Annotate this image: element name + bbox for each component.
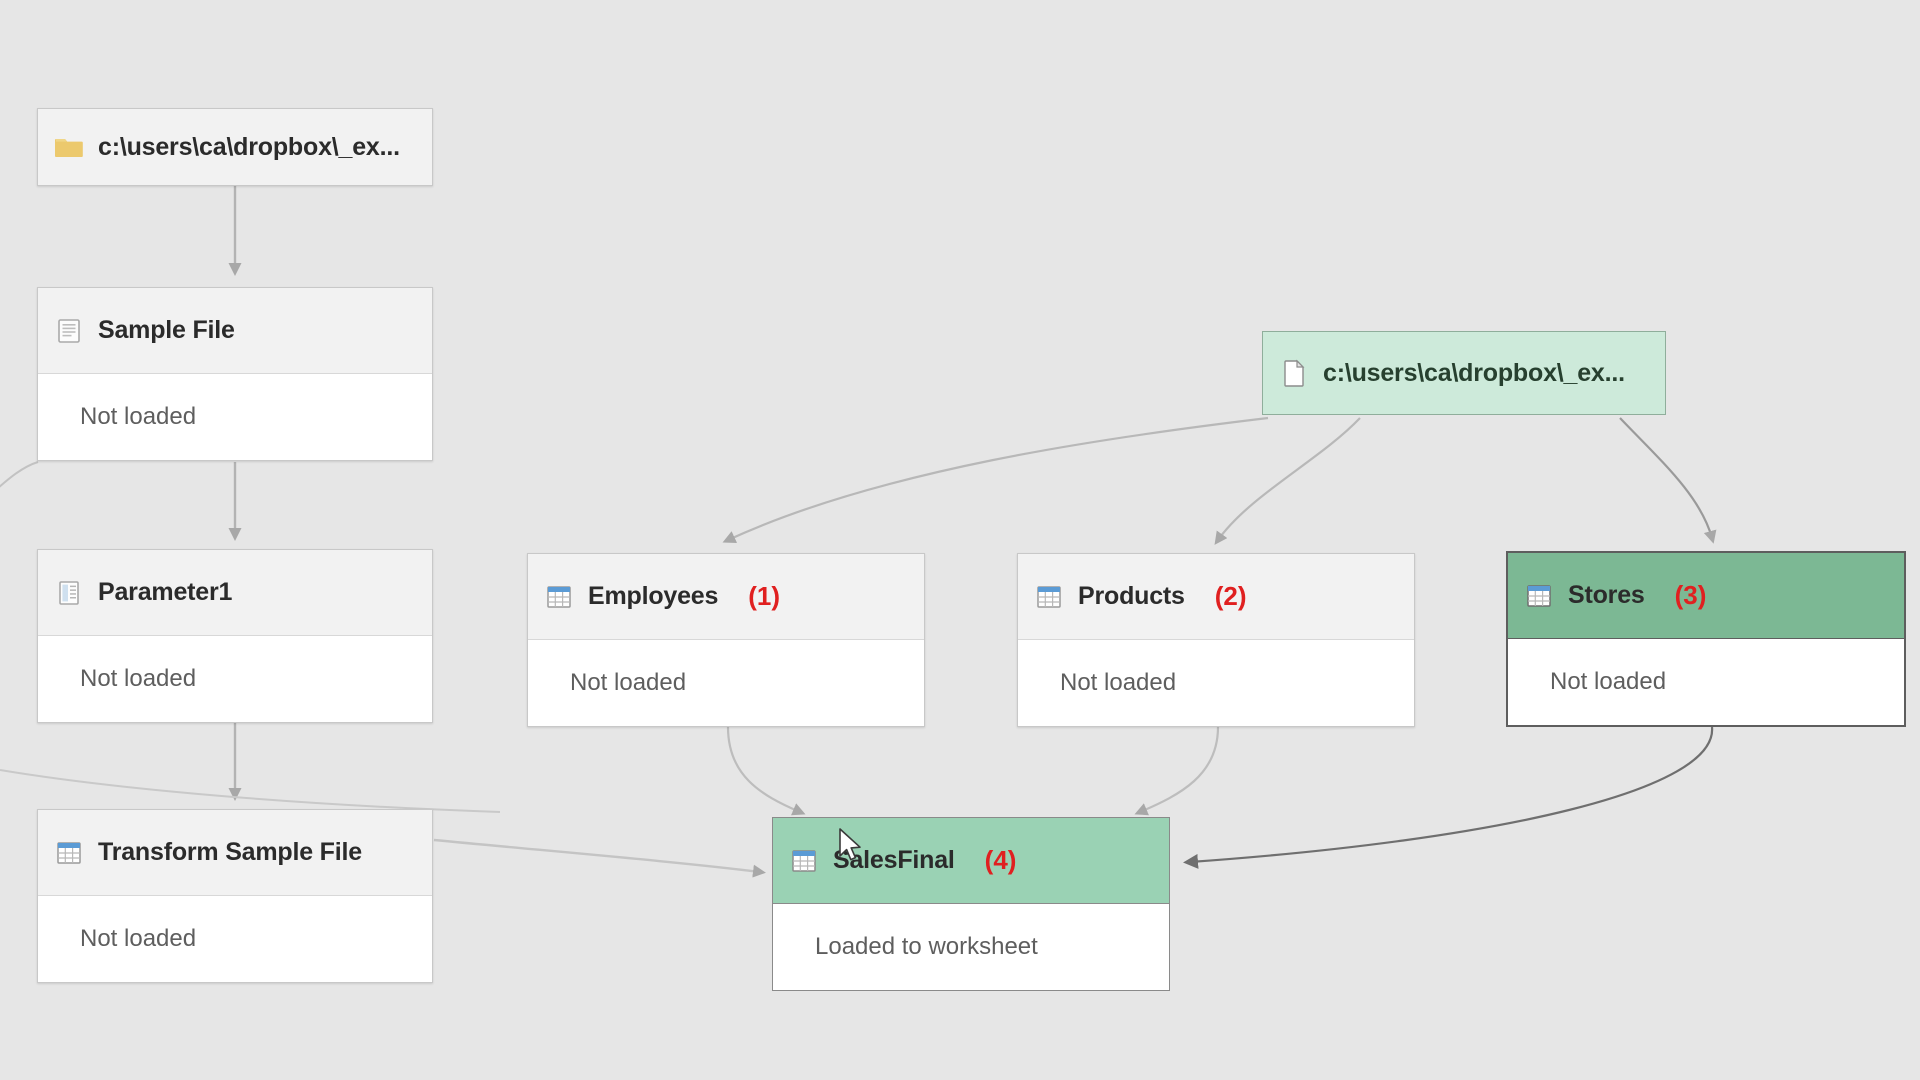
node-status: Not loaded: [80, 925, 197, 952]
node-body: Loaded to worksheet: [773, 904, 1169, 990]
node-file-source[interactable]: c:\users\ca\dropbox\_ex...: [1262, 331, 1666, 415]
node-parameter1[interactable]: Parameter1 Not loaded: [37, 549, 433, 723]
node-transform-sample-file[interactable]: Transform Sample File Not loaded: [37, 809, 433, 983]
node-title: Parameter1: [98, 578, 233, 606]
node-title: Employees: [588, 582, 719, 610]
node-folder-source[interactable]: c:\users\ca\dropbox\_ex...: [37, 108, 433, 186]
node-stores[interactable]: Stores (3) Not loaded: [1506, 551, 1906, 727]
file-icon: [1284, 359, 1305, 387]
node-status: Not loaded: [570, 669, 687, 696]
document-icon: [58, 318, 80, 343]
edge-file-source-to-stores: [1619, 417, 1717, 544]
node-status: Not loaded: [80, 403, 197, 430]
edge-products-to-sales-final: [1134, 726, 1220, 816]
node-status: Not loaded: [80, 665, 197, 692]
folder-icon: [55, 139, 83, 157]
node-status: Not loaded: [1060, 669, 1177, 696]
node-header: c:\users\ca\dropbox\_ex...: [38, 109, 432, 185]
node-body: Not loaded: [1508, 639, 1904, 725]
node-marker: (3): [1674, 580, 1707, 610]
node-body: Not loaded: [38, 896, 432, 982]
node-title: Products: [1078, 582, 1185, 610]
node-products[interactable]: Products (2) Not loaded: [1017, 553, 1415, 727]
node-header: c:\users\ca\dropbox\_ex...: [1263, 332, 1665, 414]
node-status: Loaded to worksheet: [815, 933, 1038, 960]
edge-stores-to-sales-final: [1183, 726, 1714, 869]
table-icon: [1037, 585, 1061, 608]
node-body: Not loaded: [38, 374, 432, 460]
edge-offscreen-to-transform: [0, 769, 501, 813]
node-sample-file[interactable]: Sample File Not loaded: [37, 287, 433, 461]
node-header: Employees (1): [528, 554, 924, 640]
edge-transform-to-sales-final: [433, 838, 766, 878]
node-header: Products (2): [1018, 554, 1414, 640]
node-header: Stores (3): [1508, 553, 1904, 639]
node-body: Not loaded: [1018, 640, 1414, 726]
node-title: SalesFinal: [833, 846, 955, 874]
table-icon: [547, 585, 571, 608]
table-icon: [1527, 584, 1551, 607]
node-marker: (2): [1214, 581, 1247, 611]
node-title: Stores: [1568, 581, 1645, 609]
query-dependencies-canvas[interactable]: c:\users\ca\dropbox\_ex... Sample File N…: [0, 0, 1920, 1080]
node-marker: (4): [984, 845, 1017, 875]
node-employees[interactable]: Employees (1) Not loaded: [527, 553, 925, 727]
node-title: Transform Sample File: [98, 838, 362, 866]
node-status: Not loaded: [1550, 668, 1667, 695]
node-body: Not loaded: [528, 640, 924, 726]
edge-offscreen-from-sample-file: [0, 461, 39, 488]
node-sales-final[interactable]: SalesFinal (4) Loaded to worksheet: [772, 817, 1170, 991]
node-title: c:\users\ca\dropbox\_ex...: [98, 132, 400, 161]
edge-file-source-to-products: [1214, 417, 1361, 545]
node-header: SalesFinal (4): [773, 818, 1169, 904]
node-title: c:\users\ca\dropbox\_ex...: [1323, 358, 1625, 387]
node-marker: (1): [748, 581, 780, 611]
node-title: Sample File: [98, 316, 235, 344]
table-icon: [792, 849, 816, 872]
node-header: Parameter1: [38, 550, 432, 636]
table-icon: [57, 841, 81, 864]
node-header: Transform Sample File: [38, 810, 432, 896]
node-header: Sample File: [38, 288, 432, 374]
parameter-icon: [59, 580, 79, 605]
node-body: Not loaded: [38, 636, 432, 722]
edge-file-source-to-employees: [722, 416, 1269, 543]
edge-employees-to-sales-final: [726, 726, 806, 816]
